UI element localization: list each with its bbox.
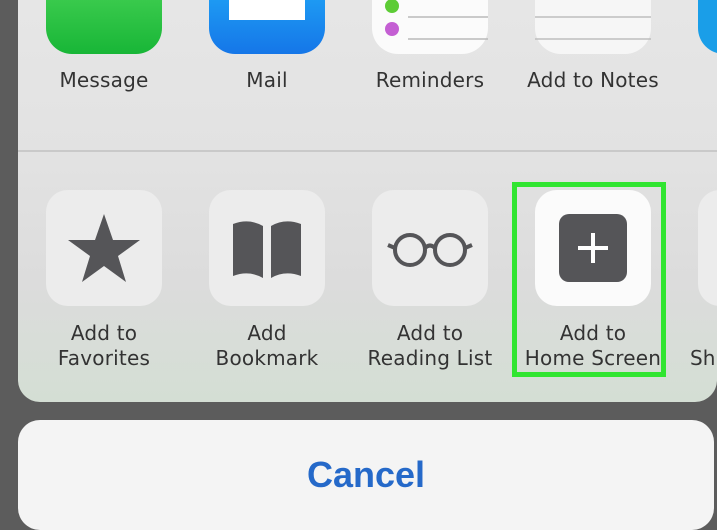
row-divider: [18, 150, 717, 152]
share-app-mail[interactable]: Mail: [181, 0, 353, 110]
star-icon: [68, 214, 140, 282]
action-label-line2: Reading List: [367, 346, 493, 370]
action-tile: [698, 190, 717, 306]
notes-app-icon: [535, 0, 651, 54]
glasses-icon: [387, 233, 473, 267]
action-label-partial: Sh: [690, 346, 716, 370]
action-tile: [209, 190, 325, 306]
action-label-line2: Bookmark: [215, 346, 319, 370]
action-partial[interactable]: Sh: [670, 190, 717, 380]
highlight-frame: [512, 182, 666, 377]
action-tile: [372, 190, 488, 306]
action-tile: [46, 190, 162, 306]
action-add-to-favorites[interactable]: Add to Favorites: [18, 190, 190, 380]
cancel-label: Cancel: [306, 454, 426, 495]
book-icon: [233, 221, 301, 278]
action-add-to-reading-list[interactable]: Add to Reading List: [344, 190, 516, 380]
share-app-messages[interactable]: Message: [18, 0, 190, 110]
share-app-reminders[interactable]: Reminders: [344, 0, 516, 110]
cancel-button[interactable]: Cancel: [18, 420, 714, 530]
action-add-bookmark[interactable]: Add Bookmark: [181, 190, 353, 380]
messages-app-icon: [46, 0, 162, 54]
action-label-line1: Add to: [396, 321, 464, 345]
action-label-line1: Add to: [70, 321, 138, 345]
share-app-label: Add to Notes: [527, 68, 659, 92]
action-label-line2: Favorites: [57, 346, 151, 370]
share-app-partial[interactable]: [698, 0, 717, 54]
action-label-line1: Add: [247, 321, 287, 345]
reminders-app-icon: [372, 0, 488, 54]
mail-app-icon: [209, 0, 325, 54]
share-app-notes[interactable]: Add to Notes: [507, 0, 679, 110]
share-app-label: Message: [59, 68, 149, 92]
share-app-label: Mail: [246, 68, 288, 92]
share-app-label: Reminders: [375, 68, 485, 92]
